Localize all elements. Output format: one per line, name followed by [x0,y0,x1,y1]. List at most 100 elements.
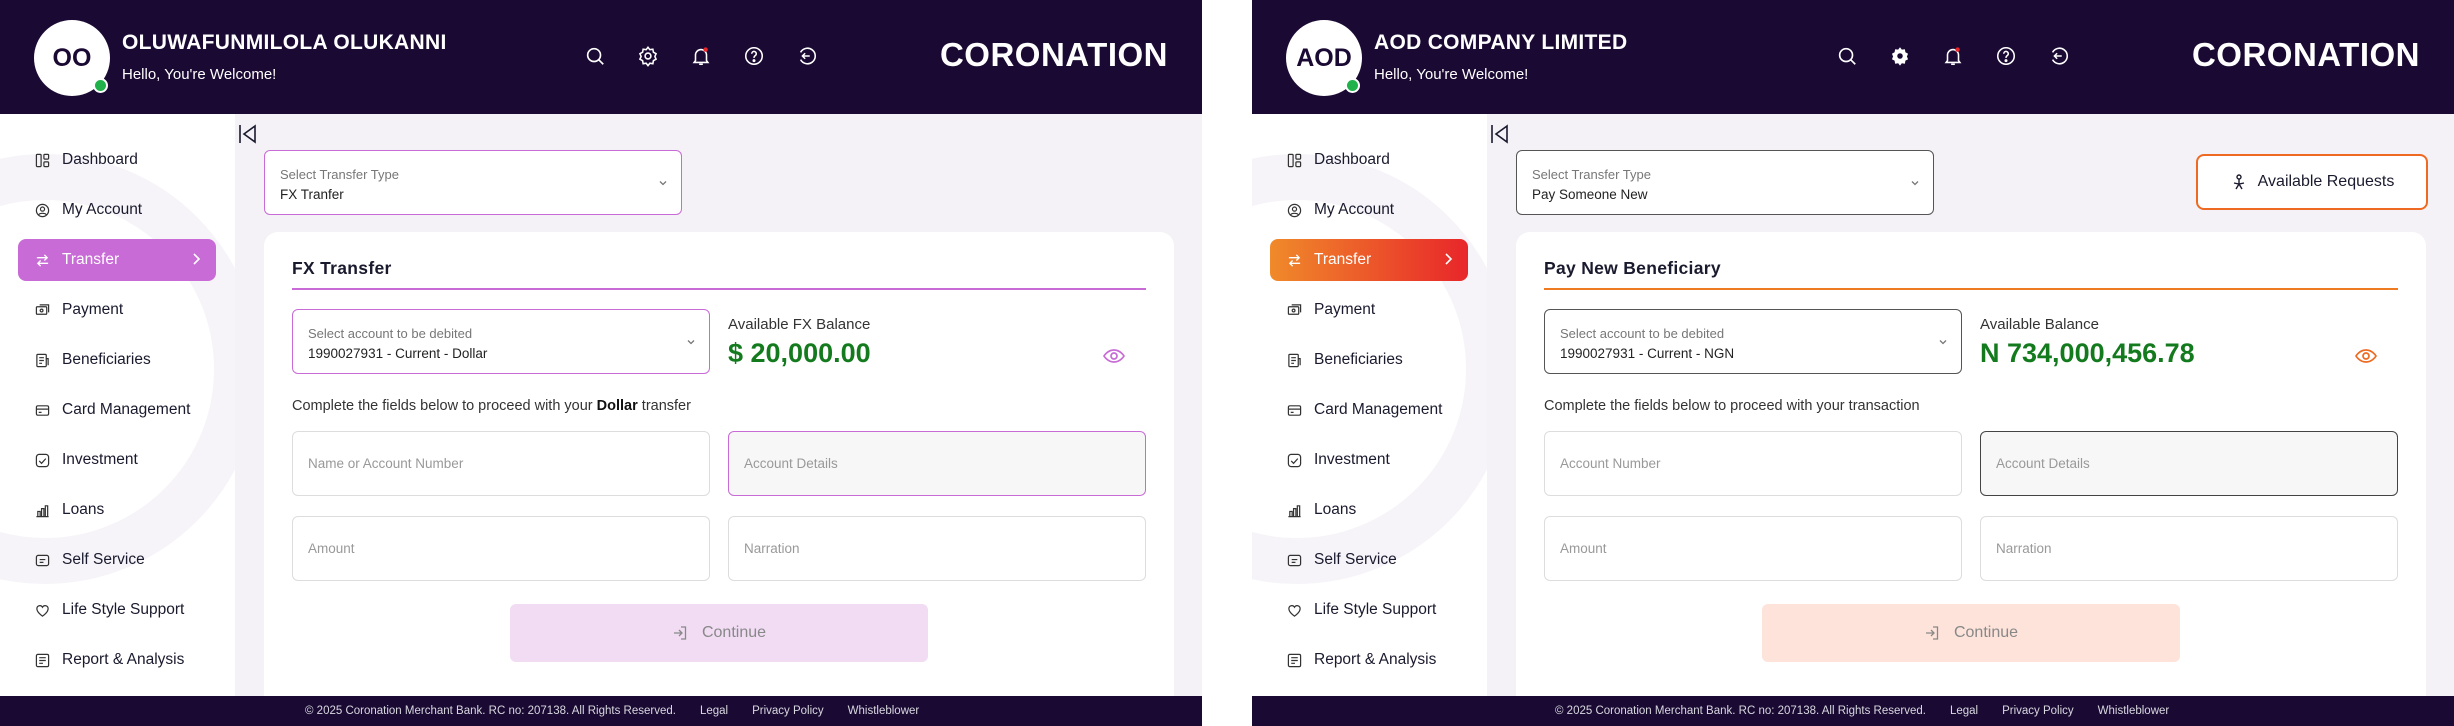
login-arrow-icon [673,626,687,640]
narration-input[interactable]: Narration [728,516,1146,581]
title-divider [292,288,1146,290]
sidebar-item-my-account[interactable]: My Account [1270,189,1468,231]
search-icon[interactable] [1836,45,1858,67]
eye-icon[interactable] [1102,344,1126,368]
footer-link-legal[interactable]: Legal [1950,705,1978,717]
help-icon[interactable] [743,45,765,67]
sidebar-item-label: Investment [1314,451,1390,468]
card-icon [34,402,50,418]
sidebar-item-label: Loans [1314,501,1357,518]
account-details-field[interactable]: Account Details [1980,431,2398,496]
debit-account-select[interactable]: Select account to be debited 1990027931 … [1544,309,1962,374]
collapse-sidebar-icon[interactable] [236,122,260,146]
balance-label: Available FX Balance [728,316,871,333]
footer-link-privacy[interactable]: Privacy Policy [752,705,824,717]
placeholder: Narration [1996,541,2052,556]
sidebar-item-beneficiaries[interactable]: Beneficiaries [1270,339,1468,381]
balance-label: Available Balance [1980,316,2099,333]
continue-label: Continue [1953,624,2019,641]
sidebar-item-label: Beneficiaries [1314,351,1403,368]
footer: © 2025 Coronation Merchant Bank. RC no: … [0,696,1202,726]
footer-link-legal[interactable]: Legal [700,705,728,717]
requests-icon [2233,174,2244,190]
sidebar-item-dashboard[interactable]: Dashboard [1270,139,1468,181]
balance-value: N 734,000,456.78 [1980,338,2195,368]
payment-icon [1286,302,1302,318]
footer-link-whistleblower[interactable]: Whistleblower [848,705,920,717]
sidebar-item-self-service[interactable]: Self Service [18,539,216,581]
continue-button[interactable]: Continue [1762,604,2180,662]
name-or-account-number-input[interactable]: Name or Account Number [292,431,710,496]
account-details-field[interactable]: Account Details [728,431,1146,496]
available-requests-label: Available Requests [2257,173,2395,190]
header-icons [584,45,818,67]
amount-input[interactable]: Amount [292,516,710,581]
user-name: AOD COMPANY LIMITED [1374,31,1628,54]
logout-icon[interactable] [2048,45,2070,67]
settings-icon[interactable] [1889,45,1911,67]
sidebar-item-transfer[interactable]: Transfer [1270,239,1468,281]
help-icon[interactable] [1995,45,2017,67]
eye-icon[interactable] [2354,344,2378,368]
sidebar-item-investment[interactable]: Investment [1270,439,1468,481]
available-requests-button[interactable]: Available Requests [2196,154,2428,210]
transfer-type-value: Pay Someone New [1532,187,1648,202]
avatar[interactable]: OO [34,20,110,96]
sidebar-item-report-analysis[interactable]: Report & Analysis [18,639,216,681]
narration-input[interactable]: Narration [1980,516,2398,581]
sidebar-item-card-management[interactable]: Card Management [18,389,216,431]
heart-icon [1286,602,1302,618]
bell-icon[interactable] [690,45,712,67]
sidebar-item-my-account[interactable]: My Account [18,189,216,231]
sidebar-item-life-style-support[interactable]: Life Style Support [1270,589,1468,631]
sidebar-item-label: Life Style Support [62,601,185,618]
investment-icon [34,452,50,468]
transfer-card: Pay New Beneficiary Select account to be… [1516,232,2426,712]
placeholder: Account Details [1996,456,2090,471]
settings-icon[interactable] [637,45,659,67]
sidebar-item-card-management[interactable]: Card Management [1270,389,1468,431]
sidebar-item-beneficiaries[interactable]: Beneficiaries [18,339,216,381]
continue-button[interactable]: Continue [510,604,928,662]
sidebar-item-transfer[interactable]: Transfer [18,239,216,281]
bell-icon[interactable] [1942,45,1964,67]
sidebar-nav: Dashboard My Account Transfer Payment Be… [18,139,216,689]
sidebar-item-report-analysis[interactable]: Report & Analysis [1270,639,1468,681]
sidebar-item-loans[interactable]: Loans [1270,489,1468,531]
investment-icon [1286,452,1302,468]
self-service-icon [34,552,50,568]
user-icon [1286,202,1302,218]
account-number-input[interactable]: Account Number [1544,431,1962,496]
footer-link-privacy[interactable]: Privacy Policy [2002,705,2074,717]
sidebar-item-payment[interactable]: Payment [1270,289,1468,331]
transfer-type-select[interactable]: Select Transfer Type Pay Someone New [1516,150,1934,215]
amount-input[interactable]: Amount [1544,516,1962,581]
online-status-dot [1345,78,1360,93]
transfer-icon [1286,252,1302,268]
sidebar-item-payment[interactable]: Payment [18,289,216,331]
greeting: Hello, You're Welcome! [1374,66,1529,83]
search-icon[interactable] [584,45,606,67]
footer-link-whistleblower[interactable]: Whistleblower [2098,705,2170,717]
debit-account-value: 1990027931 - Current - Dollar [308,346,488,361]
sidebar-item-label: Report & Analysis [62,651,185,668]
card-title: FX Transfer [292,258,392,278]
sidebar-item-loans[interactable]: Loans [18,489,216,531]
logout-icon[interactable] [796,45,818,67]
sidebar-item-life-style-support[interactable]: Life Style Support [18,589,216,631]
sidebar-item-dashboard[interactable]: Dashboard [18,139,216,181]
sidebar-item-investment[interactable]: Investment [18,439,216,481]
fx-transfer-screen: OO OLUWAFUNMILOLA OLUKANNI Hello, You're… [0,0,1202,726]
debit-account-value: 1990027931 - Current - NGN [1560,346,1735,361]
header-icons [1836,45,2070,67]
debit-account-select[interactable]: Select account to be debited 1990027931 … [292,309,710,374]
transfer-icon [34,252,50,268]
sidebar-item-label: My Account [62,201,143,218]
avatar[interactable]: AOD [1286,20,1362,96]
report-icon [34,652,50,668]
sidebar-item-label: Loans [62,501,105,518]
placeholder: Amount [1560,541,1607,556]
collapse-sidebar-icon[interactable] [1488,122,1512,146]
transfer-type-select[interactable]: Select Transfer Type FX Tranfer [264,150,682,215]
sidebar-item-self-service[interactable]: Self Service [1270,539,1468,581]
